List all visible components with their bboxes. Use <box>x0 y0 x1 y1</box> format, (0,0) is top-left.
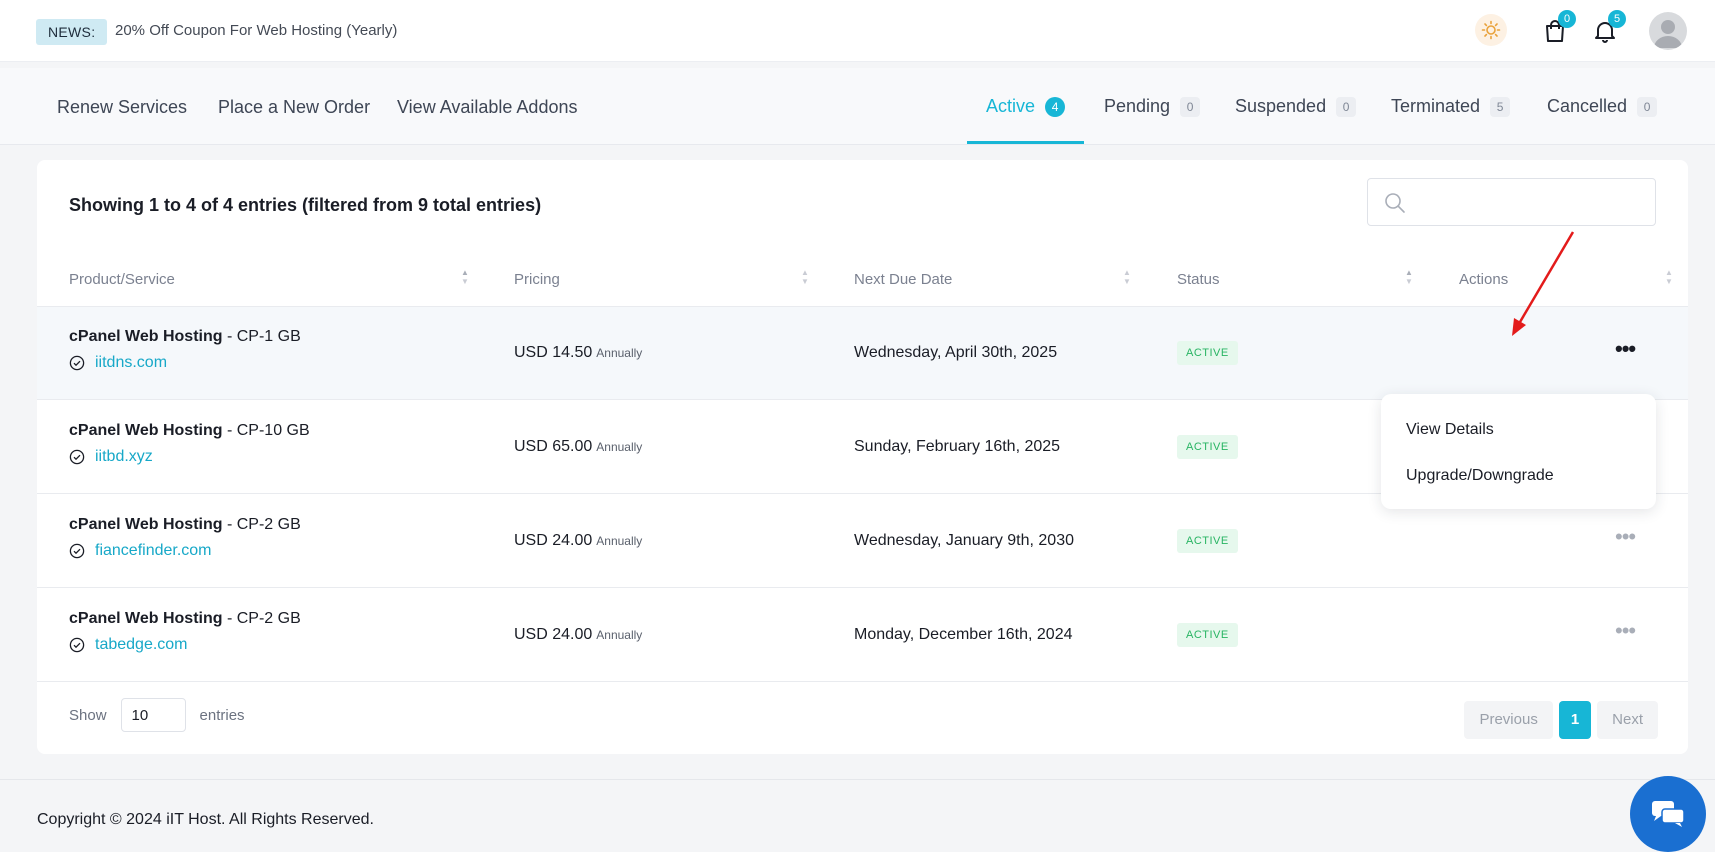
copyright-text: Copyright © 2024 iIT Host. All Rights Re… <box>37 811 374 828</box>
actions-dropdown-menu: View Details Upgrade/Downgrade <box>1381 394 1656 509</box>
next-due-date: Wednesday, January 9th, 2030 <box>854 532 1074 549</box>
tab-count-badge: 0 <box>1637 96 1658 117</box>
search-icon <box>1385 193 1405 213</box>
tab-count-badge: 4 <box>1045 96 1066 117</box>
sort-arrows-icon[interactable]: ▲ ▼ <box>1122 268 1132 290</box>
tab-pending[interactable]: Pending 0 <box>1104 68 1201 145</box>
tab-cancelled[interactable]: Cancelled 0 <box>1547 68 1658 145</box>
price: USD 24.00 Annually <box>514 532 643 549</box>
show-label: Show <box>69 706 107 724</box>
table-row[interactable]: cPanel Web Hosting - CP-2 GB tabedge.com… <box>37 589 1688 682</box>
product-name: cPanel Web Hosting - CP-2 GB <box>69 516 301 533</box>
tab-label: Suspended <box>1235 96 1327 116</box>
price: USD 65.00 Annually <box>514 438 643 455</box>
tab-count-badge: 5 <box>1490 96 1511 117</box>
entries-label: entries <box>199 706 245 724</box>
more-actions-icon[interactable]: ••• <box>1615 526 1636 548</box>
column-header-due-date[interactable]: Next Due Date <box>854 270 952 290</box>
page-1-button[interactable]: 1 <box>1558 701 1592 739</box>
next-page-button[interactable]: Next <box>1597 701 1658 739</box>
news-badge: NEWS: <box>36 19 108 45</box>
tab-count-badge: 0 <box>1336 96 1357 117</box>
sort-arrows-icon[interactable]: ▲ ▼ <box>460 268 470 290</box>
notifications-button[interactable]: 5 <box>1590 10 1626 48</box>
next-due-date: Wednesday, April 30th, 2025 <box>854 344 1058 361</box>
check-circle-icon <box>69 637 85 653</box>
avatar-icon <box>1654 20 1682 48</box>
tab-terminated[interactable]: Terminated 5 <box>1391 68 1511 145</box>
previous-page-button[interactable]: Previous <box>1464 701 1553 739</box>
sort-arrows-icon[interactable]: ▲ ▼ <box>1664 268 1674 290</box>
status-badge: ACTIVE <box>1177 529 1238 553</box>
tab-active[interactable]: Active 4 <box>986 68 1066 145</box>
page-size-input[interactable] <box>120 698 186 732</box>
page-size-control: Show entries <box>69 698 245 732</box>
tab-label: Pending <box>1104 96 1171 116</box>
more-actions-icon[interactable]: ••• <box>1615 338 1636 360</box>
product-name: cPanel Web Hosting - CP-2 GB <box>69 610 301 627</box>
top-bar: NEWS: 20% Off Coupon For Web Hosting (Ye… <box>0 0 1715 62</box>
column-header-product[interactable]: Product/Service <box>69 270 175 290</box>
next-due-date: Monday, December 16th, 2024 <box>854 626 1073 643</box>
page-footer: Copyright © 2024 iIT Host. All Rights Re… <box>0 779 1715 834</box>
sort-arrows-icon[interactable]: ▲ ▼ <box>800 268 810 290</box>
avatar[interactable] <box>1649 12 1687 50</box>
renew-services-link[interactable]: Renew Services <box>57 96 187 118</box>
view-details-menu-item[interactable]: View Details <box>1406 420 1494 440</box>
services-subnav: Renew Services Place a New Order View Av… <box>0 68 1715 145</box>
column-header-actions: Actions <box>1459 271 1509 288</box>
tab-label: Cancelled <box>1547 96 1628 116</box>
news-ticker-text[interactable]: 20% Off Coupon For Web Hosting (Yearly) <box>115 20 397 42</box>
place-new-order-link[interactable]: Place a New Order <box>218 96 370 118</box>
table-row[interactable]: cPanel Web Hosting - CP-1 GB iitdns.com … <box>37 307 1688 400</box>
more-actions-icon[interactable]: ••• <box>1615 620 1636 642</box>
domain-link[interactable]: iitbd.xyz <box>69 447 153 467</box>
product-name: cPanel Web Hosting - CP-10 GB <box>69 422 310 439</box>
column-header-status[interactable]: Status <box>1177 270 1220 290</box>
tab-label: Active <box>986 96 1036 116</box>
status-badge: ACTIVE <box>1177 435 1238 459</box>
entries-summary: Showing 1 to 4 of 4 entries (filtered fr… <box>69 195 542 215</box>
status-badge: ACTIVE <box>1177 341 1238 365</box>
search-input[interactable] <box>1414 187 1644 217</box>
sun-icon <box>1481 20 1501 40</box>
cart-button[interactable]: 0 <box>1540 10 1576 48</box>
next-due-date: Sunday, February 16th, 2025 <box>854 438 1061 455</box>
sort-arrows-icon[interactable]: ▲ ▼ <box>1404 268 1414 290</box>
domain-link[interactable]: iitdns.com <box>69 353 167 373</box>
chat-icon <box>1652 801 1685 827</box>
theme-toggle-button[interactable] <box>1475 14 1507 46</box>
notification-count-badge: 5 <box>1608 10 1626 28</box>
live-chat-button[interactable] <box>1630 776 1706 852</box>
check-circle-icon <box>69 543 85 559</box>
cart-count-badge: 0 <box>1558 10 1576 28</box>
tab-count-badge: 0 <box>1180 96 1201 117</box>
active-tab-underline <box>967 141 1084 144</box>
domain-link[interactable]: tabedge.com <box>69 635 188 655</box>
view-addons-link[interactable]: View Available Addons <box>397 96 577 118</box>
upgrade-downgrade-menu-item[interactable]: Upgrade/Downgrade <box>1406 466 1554 486</box>
tab-label: Terminated <box>1391 96 1481 116</box>
price: USD 24.00 Annually <box>514 626 643 643</box>
tab-suspended[interactable]: Suspended 0 <box>1235 68 1357 145</box>
pagination: Previous 1 Next <box>1464 701 1658 739</box>
status-badge: ACTIVE <box>1177 623 1238 647</box>
column-header-pricing[interactable]: Pricing <box>514 270 560 290</box>
check-circle-icon <box>69 355 85 371</box>
product-name: cPanel Web Hosting - CP-1 GB <box>69 328 301 345</box>
search-box[interactable] <box>1367 178 1656 226</box>
domain-link[interactable]: fiancefinder.com <box>69 541 212 561</box>
price: USD 14.50 Annually <box>514 344 643 361</box>
check-circle-icon <box>69 449 85 465</box>
